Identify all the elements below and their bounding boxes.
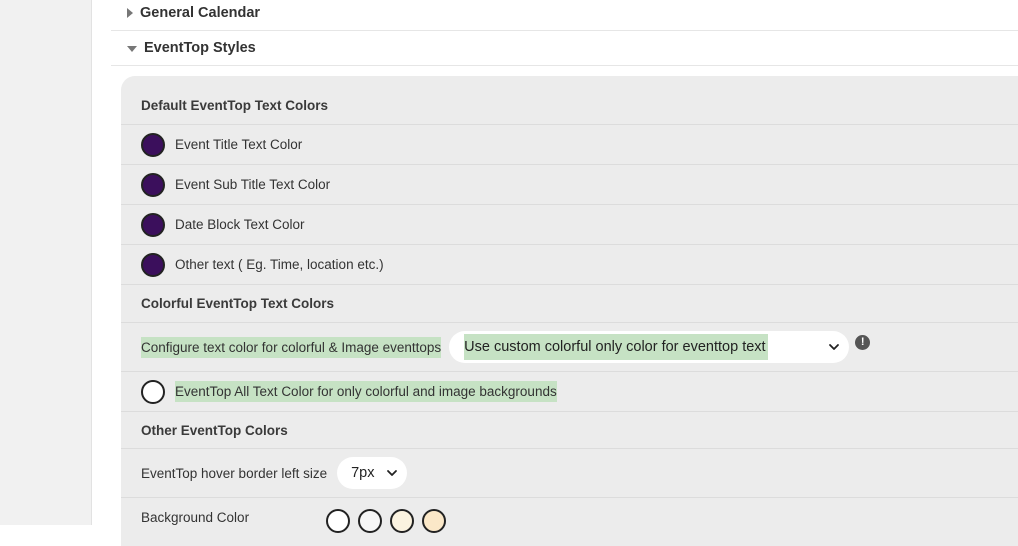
heading-text: Other EventTop Colors bbox=[141, 422, 288, 438]
hover-border-row: EventTop hover border left size 7px bbox=[121, 449, 1018, 498]
select-value: Use custom colorful only color for event… bbox=[464, 334, 768, 360]
default-colors-heading: Default EventTop Text Colors bbox=[121, 86, 1018, 125]
color-picker-swatch[interactable] bbox=[141, 172, 165, 197]
hover-border-size-select[interactable]: 7px bbox=[337, 457, 408, 489]
colorful-text-color-select[interactable]: Use custom colorful only color for event… bbox=[449, 331, 850, 363]
configure-colorful-label: Configure text color for colorful & Imag… bbox=[141, 336, 442, 358]
heading-text: Colorful EventTop Text Colors bbox=[141, 296, 335, 311]
heading-text: Default EventTop Text Colors bbox=[141, 97, 329, 113]
section-title: General Calendar bbox=[140, 5, 261, 21]
info-icon[interactable]: ! bbox=[855, 334, 871, 350]
background-swatch-3[interactable] bbox=[390, 509, 414, 533]
section-eventtop-styles[interactable]: EventTop Styles bbox=[111, 31, 1018, 66]
color-row-event-subtitle: Event Sub Title Text Color bbox=[121, 165, 1018, 205]
admin-sidebar-gutter bbox=[0, 0, 92, 525]
collapse-caret-icon bbox=[127, 46, 137, 52]
color-picker-swatch[interactable] bbox=[141, 212, 165, 237]
background-color-row: Background Color bbox=[121, 498, 1018, 538]
other-colors-heading: Other EventTop Colors bbox=[121, 412, 1018, 449]
color-row-label: Event Title Text Color bbox=[175, 137, 303, 152]
color-row-label: Other text ( Eg. Time, location etc.) bbox=[175, 257, 384, 272]
select-value: 7px bbox=[351, 465, 375, 481]
configure-colorful-row: Configure text color for colorful & Imag… bbox=[121, 323, 1018, 372]
chevron-down-icon bbox=[829, 344, 840, 350]
chevron-down-icon bbox=[387, 470, 398, 476]
color-picker-swatch[interactable] bbox=[141, 132, 165, 157]
color-row-label: EventTop All Text Color for only colorfu… bbox=[175, 381, 557, 402]
color-row-date-block: Date Block Text Color bbox=[121, 205, 1018, 245]
section-title: EventTop Styles bbox=[144, 40, 256, 56]
color-picker-swatch[interactable] bbox=[141, 379, 165, 404]
background-color-label: Background Color bbox=[141, 510, 250, 525]
hover-border-label: EventTop hover border left size bbox=[141, 465, 328, 481]
color-row-other-text: Other text ( Eg. Time, location etc.) bbox=[121, 245, 1018, 285]
expand-caret-icon bbox=[127, 8, 133, 18]
color-picker-swatch[interactable] bbox=[141, 252, 165, 277]
color-row-label: Date Block Text Color bbox=[175, 217, 305, 232]
color-row-all-text-colorful: EventTop All Text Color for only colorfu… bbox=[121, 372, 1018, 412]
colorful-colors-heading: Colorful EventTop Text Colors bbox=[121, 285, 1018, 323]
color-row-event-title: Event Title Text Color bbox=[121, 125, 1018, 165]
section-general-calendar[interactable]: General Calendar bbox=[111, 0, 1018, 31]
background-swatches bbox=[326, 509, 454, 533]
color-row-label: Event Sub Title Text Color bbox=[175, 177, 331, 192]
eventtop-styles-panel: Default EventTop Text Colors Event Title… bbox=[121, 76, 1018, 546]
background-swatch-1[interactable] bbox=[326, 509, 350, 533]
background-swatch-2[interactable] bbox=[358, 509, 382, 533]
background-swatch-4[interactable] bbox=[422, 509, 446, 533]
